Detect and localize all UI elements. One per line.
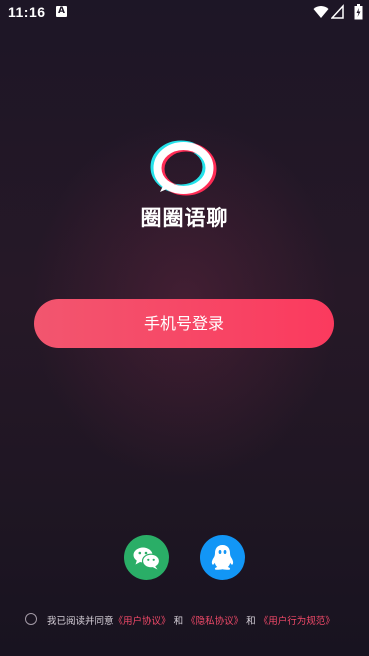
notification-icon: A xyxy=(56,6,67,17)
agreement-prefix: 我已阅读并同意 xyxy=(47,616,114,627)
status-bar: 11:16 A xyxy=(0,0,369,26)
agreement-and-2: 和 xyxy=(246,616,256,627)
status-time: 11:16 xyxy=(8,4,46,20)
phone-login-button[interactable]: 手机号登录 xyxy=(34,299,334,348)
wifi-icon xyxy=(313,6,329,18)
qq-icon xyxy=(211,545,234,570)
privacy-agreement-link[interactable]: 《隐私协议》 xyxy=(186,616,243,627)
wechat-icon xyxy=(133,547,161,570)
login-screen: 11:16 A 圈圈语聊 手机号登录 我已阅读并同意《用户协议》 和 《隐私协议… xyxy=(0,0,369,656)
agreement-row: 我已阅读并同意《用户协议》 和 《隐私协议》 和 《用户行为规范》 xyxy=(0,612,369,630)
agreement-and-1: 和 xyxy=(173,616,184,627)
battery-icon xyxy=(354,4,363,20)
behavior-rules-link[interactable]: 《用户行为规范》 xyxy=(259,616,335,627)
wechat-login-button[interactable] xyxy=(124,535,169,580)
app-logo xyxy=(150,140,217,196)
user-agreement-link[interactable]: 《用户协议》 xyxy=(114,616,171,627)
agreement-text: 我已阅读并同意《用户协议》 和 《隐私协议》 和 《用户行为规范》 xyxy=(47,613,335,627)
agree-checkbox[interactable] xyxy=(25,613,37,625)
app-name: 圈圈语聊 xyxy=(140,206,229,230)
signal-icon xyxy=(331,4,344,19)
qq-login-button[interactable] xyxy=(200,535,245,580)
